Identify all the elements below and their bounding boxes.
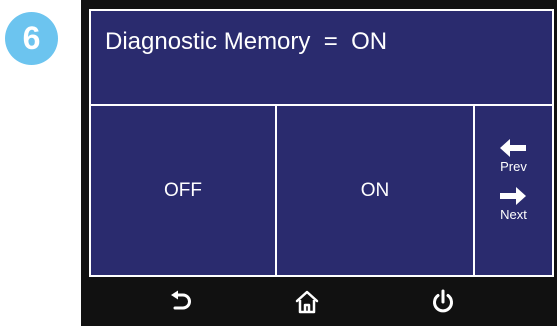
hardware-button-bar xyxy=(81,277,557,326)
setting-title-text: Diagnostic Memory = ON xyxy=(105,28,388,55)
power-icon xyxy=(433,289,453,312)
option-on-label: ON xyxy=(360,179,390,201)
home-button[interactable] xyxy=(287,282,327,322)
home-icon xyxy=(295,290,319,313)
next-button[interactable]: Next xyxy=(500,186,527,222)
prev-button[interactable]: Prev xyxy=(500,138,527,174)
option-off-button[interactable]: OFF xyxy=(91,106,277,275)
power-button[interactable] xyxy=(423,282,463,322)
back-arrow-icon xyxy=(171,290,191,309)
prev-label: Prev xyxy=(500,159,527,174)
arrow-right-icon xyxy=(500,187,527,205)
arrow-left-icon xyxy=(500,139,527,157)
step-badge: 6 xyxy=(5,12,58,65)
back-button[interactable] xyxy=(161,282,201,322)
touch-screen: Diagnostic Memory = ON OFF ON Prev Next xyxy=(89,9,554,277)
option-on-button[interactable]: ON xyxy=(277,106,475,275)
next-label: Next xyxy=(500,207,527,222)
option-off-label: OFF xyxy=(164,179,202,201)
options-row: OFF ON Prev Next xyxy=(91,106,552,275)
step-number: 6 xyxy=(22,20,41,56)
nav-column: Prev Next xyxy=(475,106,552,275)
device-panel: Diagnostic Memory = ON OFF ON Prev Next xyxy=(81,0,557,326)
setting-title: Diagnostic Memory = ON xyxy=(91,11,552,106)
